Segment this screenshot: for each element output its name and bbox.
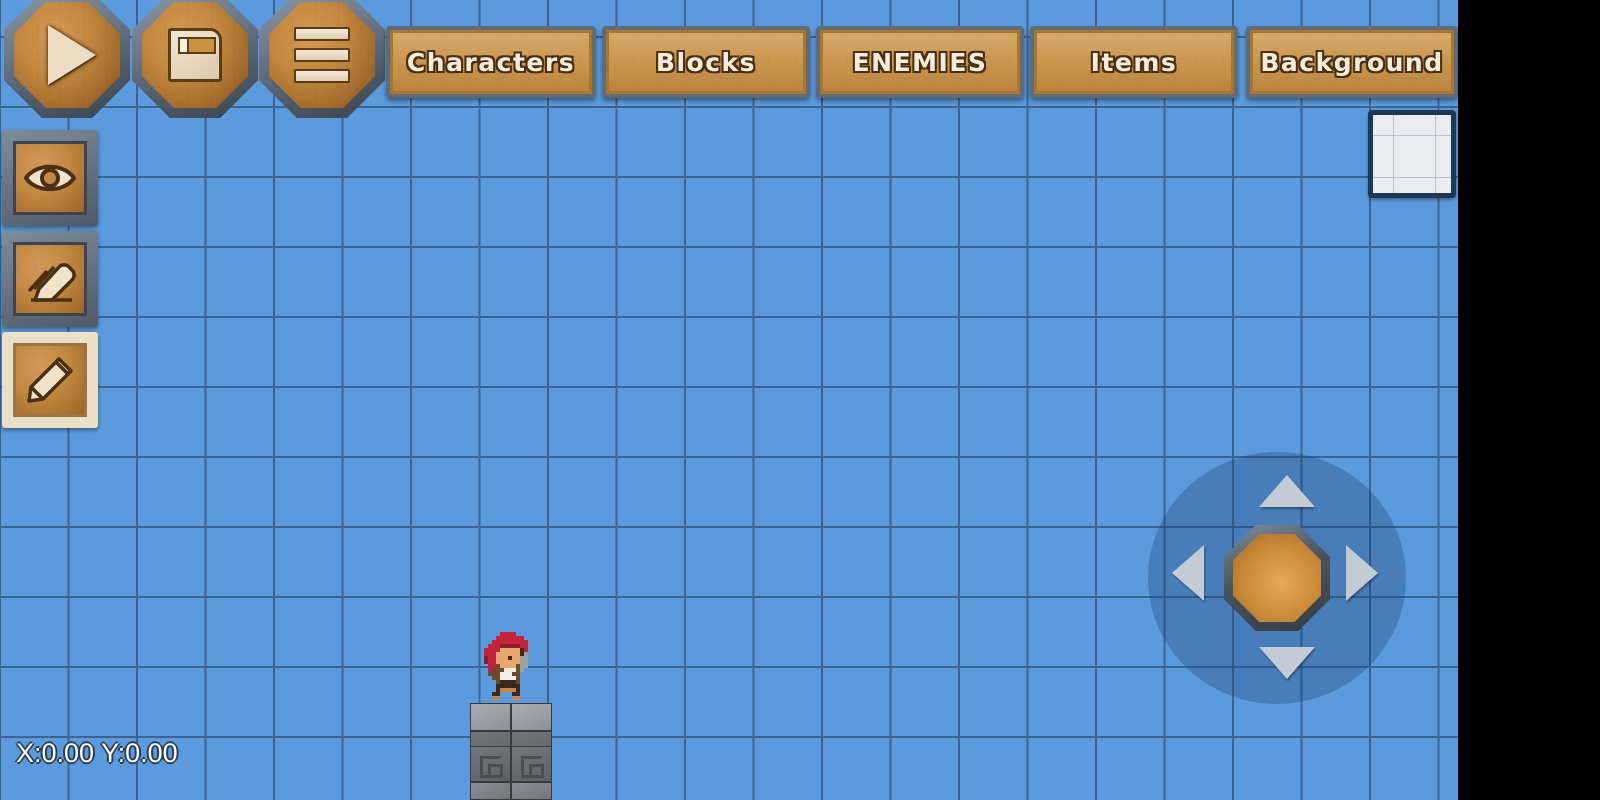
hamburger-bar <box>294 69 350 83</box>
tab-characters[interactable]: Characters <box>386 26 596 98</box>
meander-pattern <box>480 756 503 779</box>
coordinate-readout: X:0.00 Y:0.00 <box>16 738 178 768</box>
hamburger-bar <box>294 27 350 41</box>
play-button[interactable] <box>4 0 130 118</box>
dpad-center-action-button[interactable] <box>1224 525 1330 631</box>
save-button[interactable] <box>132 0 258 118</box>
meander-pattern <box>521 756 544 779</box>
tab-blocks[interactable]: Blocks <box>602 26 810 98</box>
floppy-disk-icon <box>168 28 222 82</box>
sidebar-item-eraser[interactable] <box>2 231 98 327</box>
tab-label: Background <box>1260 47 1444 77</box>
dpad-up-arrow-icon[interactable] <box>1259 475 1315 507</box>
stone-block[interactable] <box>470 746 511 782</box>
sidebar-item-pencil[interactable] <box>2 332 98 428</box>
tab-enemies[interactable]: ENEMIES <box>816 26 1024 98</box>
visibility-tool-face <box>13 141 87 215</box>
sidebar-item-visibility[interactable] <box>2 130 98 226</box>
placed-character-pirate[interactable] <box>480 628 532 700</box>
level-canvas[interactable]: X:0.00 Y:0.00 Characters Blocks ENEMIES … <box>0 0 1458 800</box>
game-screen: X:0.00 Y:0.00 Characters Blocks ENEMIES … <box>0 0 1600 800</box>
letterbox-bar <box>1458 0 1600 800</box>
tab-items[interactable]: Items <box>1030 26 1238 98</box>
pencil-tool-face <box>13 343 87 417</box>
stone-block[interactable] <box>511 703 552 731</box>
hamburger-bar <box>294 48 350 62</box>
stone-block[interactable] <box>470 782 511 800</box>
stone-block[interactable] <box>511 782 552 800</box>
tab-label: Characters <box>406 47 576 77</box>
tab-background[interactable]: Background <box>1246 26 1458 98</box>
floppy-shutter <box>178 37 189 54</box>
stone-block[interactable] <box>511 746 552 782</box>
hamburger-menu-icon <box>294 20 350 90</box>
tab-label: Blocks <box>655 47 757 77</box>
sprite-pixel <box>528 696 532 700</box>
virtual-dpad[interactable] <box>1148 452 1406 704</box>
menu-button[interactable] <box>259 0 385 118</box>
eye-icon <box>24 164 76 192</box>
dpad-down-arrow-icon[interactable] <box>1259 647 1315 679</box>
dpad-left-arrow-icon[interactable] <box>1172 545 1204 601</box>
tab-label: Items <box>1090 47 1178 77</box>
eraser-tool-face <box>13 242 87 316</box>
dpad-right-arrow-icon[interactable] <box>1346 545 1378 601</box>
selected-tile-highlight[interactable] <box>1368 110 1456 198</box>
play-icon <box>48 25 96 85</box>
stone-block[interactable] <box>470 703 511 731</box>
eraser-icon <box>27 263 76 302</box>
tab-label: ENEMIES <box>852 47 988 77</box>
pencil-icon <box>27 357 73 403</box>
selection-inner-grid <box>1373 115 1451 193</box>
